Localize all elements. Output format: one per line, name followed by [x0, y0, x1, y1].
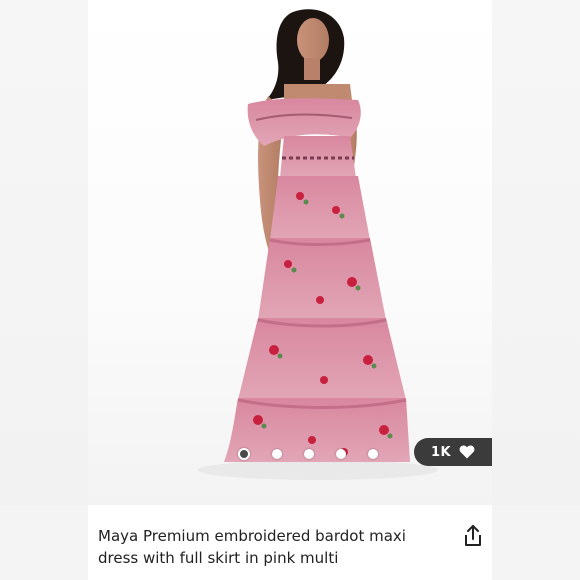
right-margin	[492, 0, 580, 505]
bottom-left-margin	[0, 505, 88, 580]
share-button[interactable]	[460, 523, 486, 549]
bottom-right-margin	[492, 505, 580, 580]
carousel-dot[interactable]	[238, 448, 250, 460]
product-photo[interactable]	[88, 0, 492, 505]
likes-count: 1K	[430, 444, 452, 460]
listing-title[interactable]: Maya Premium embroidered bardot maxi dre…	[98, 525, 438, 569]
share-icon	[465, 525, 481, 546]
left-margin	[0, 0, 88, 505]
listing-title-line-2: dress with full skirt in pink multi	[98, 549, 339, 567]
dress-illustration	[198, 9, 438, 480]
listing-footer: Maya Premium embroidered bardot maxi dre…	[88, 505, 492, 580]
heart-icon	[459, 445, 475, 459]
carousel-indicator	[238, 448, 378, 460]
carousel-dot[interactable]	[368, 449, 378, 459]
like-button[interactable]: 1K	[414, 438, 492, 466]
listing-title-line-1: Maya Premium embroidered bardot maxi	[98, 527, 406, 545]
carousel-dot[interactable]	[304, 449, 314, 459]
carousel-dot[interactable]	[336, 449, 346, 459]
carousel-dot[interactable]	[272, 449, 282, 459]
listing-frame: 1K Maya Premium embroidered bardot maxi …	[0, 0, 580, 580]
